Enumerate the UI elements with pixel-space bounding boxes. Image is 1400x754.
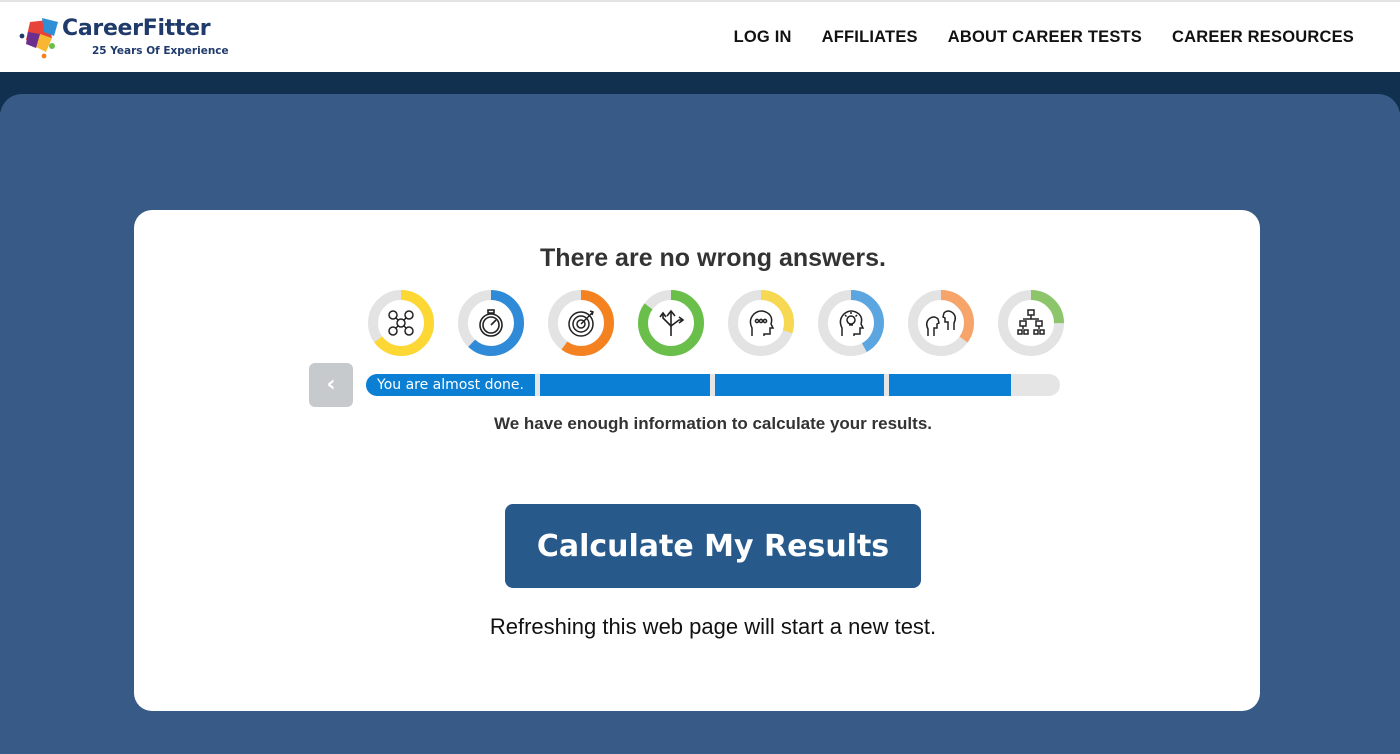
direction-arrows-icon: [638, 290, 704, 356]
stopwatch-icon: [458, 290, 524, 356]
head-lightbulb-icon: [818, 290, 884, 356]
progress-segment: [540, 374, 710, 396]
logo-title: CareerFitter: [62, 16, 211, 41]
test-card: There are no wrong answers. ‹ You are al…: [134, 210, 1260, 711]
back-button[interactable]: ‹: [309, 363, 353, 407]
progress-bar: You are almost done.: [366, 374, 1060, 396]
chevron-left-icon: ‹: [326, 372, 336, 397]
nav-about-career-tests[interactable]: ABOUT CAREER TESTS: [948, 28, 1142, 47]
logo-icon: [19, 18, 58, 59]
calculate-results-button[interactable]: Calculate My Results: [505, 504, 921, 588]
category-icons: [368, 290, 1064, 356]
logo-tagline: 25 Years Of Experience: [92, 45, 229, 57]
logo[interactable]: CareerFitter 25 Years Of Experience: [18, 14, 229, 62]
main-nav: LOG IN AFFILIATES ABOUT CAREER TESTS CAR…: [734, 28, 1354, 47]
money-network-icon: [368, 290, 434, 356]
nav-career-resources[interactable]: CAREER RESOURCES: [1172, 28, 1354, 47]
org-chart-icon: [998, 290, 1064, 356]
target-icon: [548, 290, 614, 356]
site-header: CareerFitter 25 Years Of Experience LOG …: [0, 0, 1400, 72]
refresh-note: Refreshing this web page will start a ne…: [489, 614, 937, 639]
info-text: We have enough information to calculate …: [494, 414, 932, 433]
headline: There are no wrong answers.: [540, 244, 886, 272]
progress-segment: [715, 374, 884, 396]
nav-log-in[interactable]: LOG IN: [734, 28, 792, 47]
two-faces-icon: [908, 290, 974, 356]
progress-label: You are almost done.: [377, 377, 524, 393]
nav-affiliates[interactable]: AFFILIATES: [822, 28, 918, 47]
progress-segment: [889, 374, 1012, 396]
head-speech-icon: [728, 290, 794, 356]
